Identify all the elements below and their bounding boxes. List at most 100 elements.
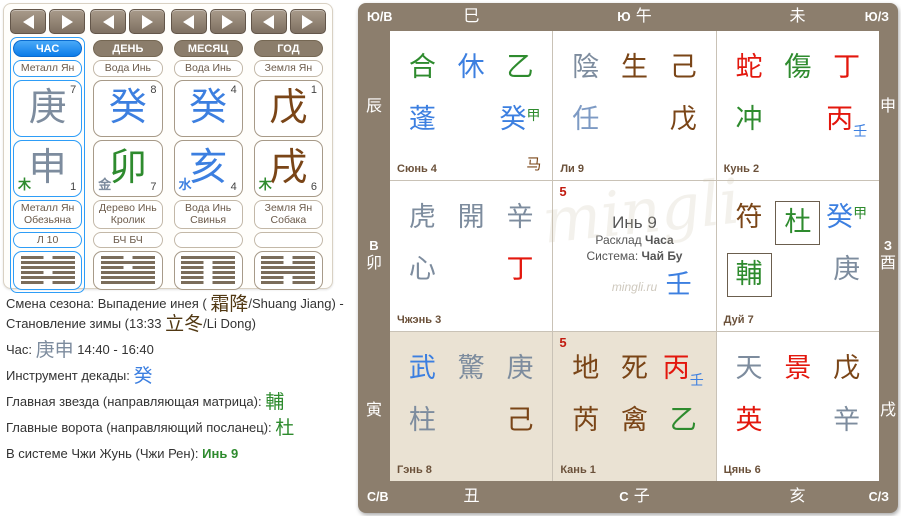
duy-7-row-2: 輔庚 (725, 253, 871, 297)
palace-char: 虎 (409, 202, 436, 232)
palace-char: 杜 (775, 201, 820, 245)
syun-4-row-2: 蓬癸甲 (398, 103, 544, 137)
palace-char: 禽 (621, 405, 648, 435)
left-arrow-icon (263, 15, 274, 29)
month-branch-element-char: 水 (179, 174, 192, 193)
tab-hour[interactable]: ЧАС (13, 40, 82, 57)
compass-right-bar: 申 З酉 戌 (878, 31, 898, 481)
palace-kun-2[interactable]: 蛇傷丁冲丙壬Кунь 2 (717, 31, 879, 180)
palace-char: 陰 (572, 52, 599, 82)
year-pillar-group: ГОДЗемля Ян戊1戌木6Земля ЯнСобака (251, 37, 326, 293)
hour-hexagram-cell[interactable] (13, 251, 82, 290)
palace-char-superscript: 甲 (526, 107, 540, 123)
compass-bottom-left-label: С/В (367, 481, 389, 513)
month-hexagram-cell[interactable] (174, 251, 243, 290)
hour-prev-button[interactable] (10, 9, 46, 34)
compass-west-letter: З (884, 238, 892, 254)
year-hexagram-cell[interactable] (254, 251, 323, 290)
compass-right-center-branch: 酉 (880, 254, 896, 274)
compass-top-right-label: Ю/З (865, 3, 889, 31)
tab-month[interactable]: МЕСЯЦ (174, 40, 243, 57)
year-stem-cell: 戊1 (254, 80, 323, 137)
palace-char: 丙 (826, 104, 853, 134)
hour-pillar-group: ЧАСМеталл Ян庚7申木1Металл ЯнОбезьянаЛ 10 (10, 37, 85, 293)
chzhen-3-row-1: 虎開辛 (398, 201, 544, 235)
palace-tsyan-6[interactable]: 天景戊英辛Цянь 6 (717, 332, 879, 481)
month-arrow-group (171, 9, 246, 34)
left-arrow-icon (183, 15, 194, 29)
li-9-row-1: 陰生己 (561, 51, 707, 85)
year-arrow-group (251, 9, 326, 34)
palace-duy-7[interactable]: 符杜癸甲輔庚Дуй 7 (717, 181, 879, 330)
palace-syun-4[interactable]: 合休乙蓬癸甲Сюнь 4马 (390, 31, 552, 180)
palace-char: 休 (458, 52, 485, 82)
palace-char: 死 (621, 353, 648, 383)
day-hexagram-icon (101, 254, 155, 286)
palace-char: 庚 (506, 353, 533, 383)
year-prev-button[interactable] (251, 9, 287, 34)
year-next-button[interactable] (290, 9, 326, 34)
li-9-row-2: 任戊 (561, 103, 707, 137)
chzhen-3-palace-label: Чжэнь 3 (397, 314, 441, 326)
hour-method-label: Л 10 (13, 232, 82, 248)
month-element-label: Вода Инь (174, 60, 243, 77)
compass-bottom-right-label: С/З (869, 481, 889, 513)
day-prev-button[interactable] (90, 9, 126, 34)
center-stem-char: 壬 (666, 271, 692, 297)
month-prev-button[interactable] (171, 9, 207, 34)
palace-grid: 合休乙蓬癸甲Сюнь 4马陰生己任戊Ли 9蛇傷丁冲丙壬Кунь 2虎開辛心丁Ч… (390, 31, 879, 481)
compass-top-branch-2: 未 (716, 3, 879, 31)
year-method-label (254, 232, 323, 248)
compass-south-letter: Ю (617, 9, 630, 24)
day-method-label: БЧ БЧ (93, 232, 162, 248)
month-next-button[interactable] (210, 9, 246, 34)
chart-structure-title: Инь 9 (553, 213, 715, 233)
year-branch-element-char: 木 (259, 174, 272, 193)
hour-arrow-group (10, 9, 85, 34)
duy-7-palace-label: Дуй 7 (724, 314, 754, 326)
hour-animal-label: Металл ЯнОбезьяна (13, 200, 82, 229)
palace-char: 辛 (833, 405, 860, 435)
day-pillar-group: ДЕНЬВода Инь癸8卯金7Дерево ИньКроликБЧ БЧ (90, 37, 165, 293)
compass-top-center-branch: 午 (636, 8, 652, 25)
compass-right-branch-bottom: 戌 (880, 396, 896, 420)
month-method-label (174, 232, 243, 248)
compass-top-bar: Ю/В 巳 Ю午 未 Ю/З (358, 3, 898, 31)
day-stem-cell: 癸8 (93, 80, 162, 137)
chzhen-3-row-2: 心丁 (398, 253, 544, 287)
palace-char: 戊 (833, 353, 860, 383)
palace-char: 丙 (663, 353, 690, 383)
pillar-column-month: МЕСЯЦВода Инь癸4亥水4Вода ИньСвинья (171, 9, 246, 293)
palace-gen-8[interactable]: 武驚庚柱己Гэнь 8 (390, 332, 552, 481)
day-animal-label: Дерево ИньКролик (93, 200, 162, 229)
tab-year[interactable]: ГОД (254, 40, 323, 57)
compass-north-letter: С (619, 489, 628, 504)
palace-kan-1[interactable]: 5地死丙壬芮禽乙Кань 1 (553, 332, 715, 481)
left-arrow-icon (23, 15, 34, 29)
tab-day[interactable]: ДЕНЬ (93, 40, 162, 57)
month-branch-cell: 亥水4 (174, 140, 243, 197)
info-line-1: Смена сезона: Выпадение инея ( 霜降/Shuang… (6, 294, 358, 334)
hour-next-button[interactable] (49, 9, 85, 34)
palace-li-9[interactable]: 陰生己任戊Ли 9 (553, 31, 715, 180)
palace-char: 景 (784, 353, 811, 383)
day-next-button[interactable] (129, 9, 165, 34)
chart-type-line: Расклад Часа (553, 233, 715, 249)
palace-char: 乙 (670, 405, 697, 435)
compass-left-center: В卯 (366, 238, 382, 274)
kun-2-row-1: 蛇傷丁 (725, 51, 871, 85)
day-branch-element-char: 金 (98, 174, 111, 193)
palace-char: 天 (736, 353, 763, 383)
day-hexagram-cell[interactable] (93, 251, 162, 290)
palace-char: 開 (458, 202, 485, 232)
palace-char: 己 (670, 52, 697, 82)
year-stem-number: 1 (311, 84, 317, 96)
palace-char: 傷 (784, 52, 811, 82)
palace-char: 英 (736, 405, 763, 435)
compass-left-branch-bottom: 寅 (366, 396, 382, 420)
palace-center[interactable]: 5Инь 9Расклад ЧасаСистема: Чай Буmingli.… (553, 181, 715, 330)
palace-chzhen-3[interactable]: 虎開辛心丁 Чжэнь 3 (390, 181, 552, 330)
pillar-columns: ЧАСМеталл Ян庚7申木1Металл ЯнОбезьянаЛ 10ДЕ… (10, 9, 326, 283)
palace-char: 蛇 (736, 52, 763, 82)
palace-char: 丁 (506, 254, 533, 284)
